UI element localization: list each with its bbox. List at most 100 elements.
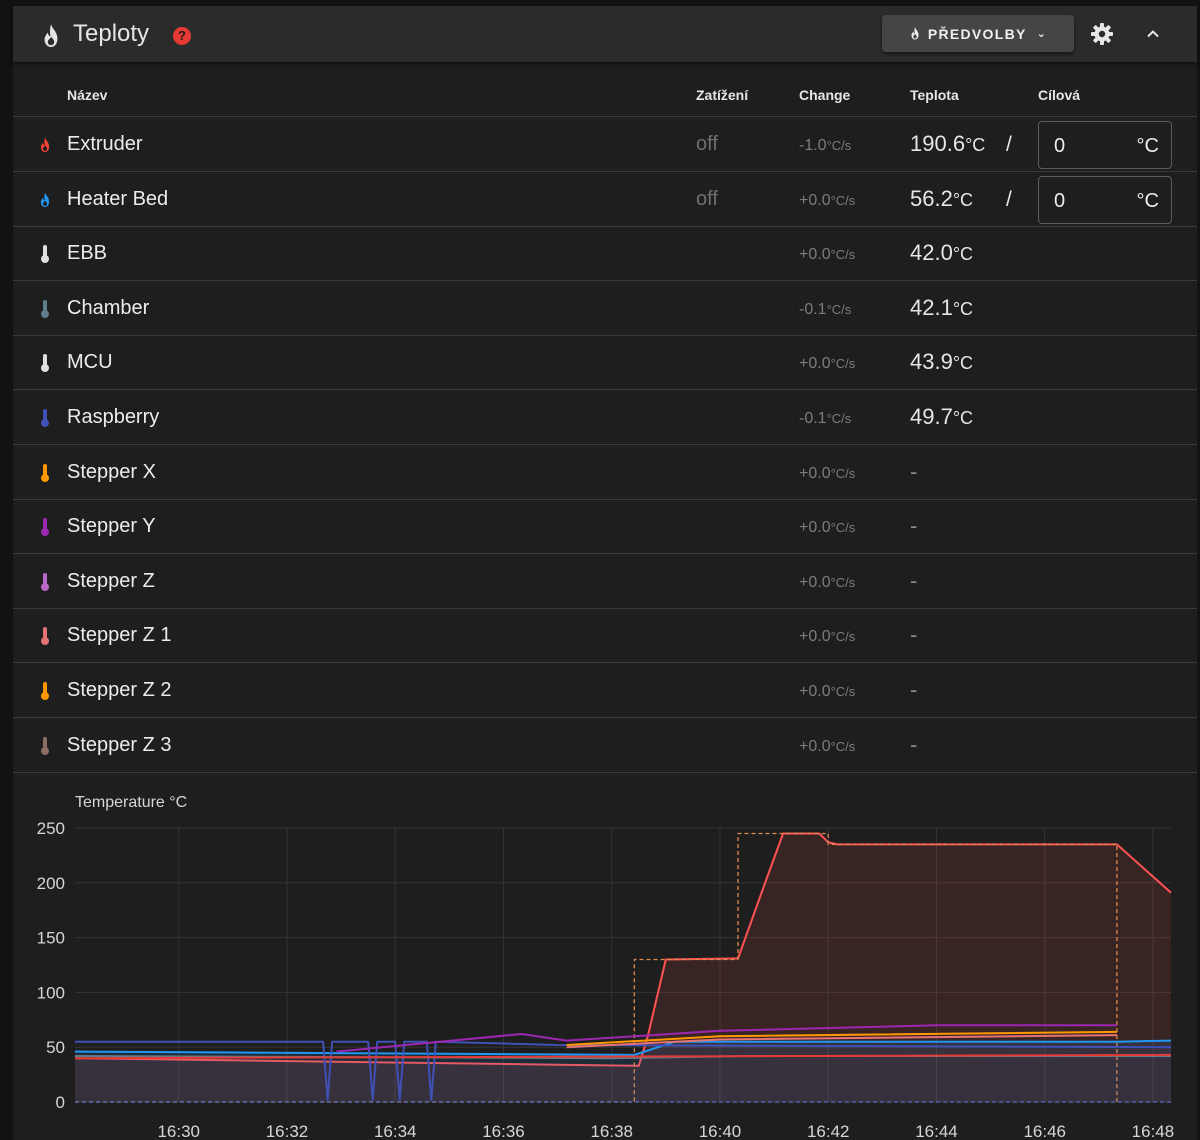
sensor-change: +0.0°C/s (799, 355, 856, 373)
sensor-name: EBB (67, 242, 108, 265)
sensor-temperature: 42.0°C (910, 240, 974, 266)
thermometer-icon (41, 572, 49, 591)
y-tick-label: 250 (37, 819, 65, 838)
sensor-change: +0.0°C/s (799, 683, 856, 700)
y-tick-label: 200 (37, 874, 65, 893)
sensor-change: +0.0°C/s (799, 737, 856, 755)
table-row: Stepper Z 2 +0.0°C/s - (13, 663, 1197, 718)
sensor-temperature: - (910, 731, 918, 757)
separator: / (1006, 133, 1012, 156)
x-tick-label: 16:30 (157, 1122, 200, 1140)
presets-button-label: PŘEDVOLBY (927, 25, 1027, 42)
sensor-change: -1.0°C/s (799, 137, 852, 154)
y-tick-label: 100 (37, 983, 65, 1002)
sensor-change: +0.0°C/s (799, 191, 856, 209)
chevron-up-icon[interactable] (1141, 22, 1165, 46)
thermometer-icon (41, 463, 49, 482)
header-name[interactable]: Název (67, 87, 107, 103)
x-tick-label: 16:34 (374, 1122, 417, 1140)
table-row: Stepper Y +0.0°C/s - (13, 499, 1197, 555)
sensor-temperature: 56.2°C (910, 185, 974, 211)
thermometer-icon (41, 682, 49, 700)
sensor-temperature: - (910, 567, 918, 593)
x-tick-label: 16:40 (699, 1122, 742, 1140)
table-row: Chamber -0.1°C/s 42.1°C (13, 281, 1197, 336)
panel-header: Teploty ? PŘEDVOLBY ⌄ (13, 6, 1197, 62)
sensor-name: MCU (67, 351, 113, 374)
fire-icon (40, 137, 50, 152)
x-tick-label: 16:46 (1023, 1122, 1066, 1140)
sensor-temperature: - (910, 622, 918, 648)
header-target[interactable]: Cílová (1038, 87, 1080, 103)
x-tick-label: 16:36 (482, 1122, 525, 1140)
header-load[interactable]: Zatížení (696, 87, 748, 103)
target-temperature-input[interactable]: 0 °C (1038, 175, 1172, 224)
table-header: Název Zatížení Change Teplota Cílová (13, 62, 1197, 117)
sensor-name: Extruder (67, 133, 143, 155)
series-area (75, 1040, 1171, 1102)
sensor-load: off (696, 133, 718, 155)
sensor-temperature: 43.9°C (910, 349, 974, 375)
table-row: Raspberry -0.1°C/s 49.7°C (13, 390, 1197, 445)
sensor-temperature: 190.6°C (910, 131, 986, 156)
sensor-temperature: 49.7°C (910, 404, 974, 429)
fire-icon (911, 27, 919, 40)
gear-icon[interactable] (1090, 22, 1114, 46)
header-change[interactable]: Change (799, 87, 850, 103)
x-tick-label: 16:32 (266, 1122, 309, 1140)
table-row: Extruder off -1.0°C/s 190.6°C / 0 °C (13, 117, 1197, 172)
sensor-temperature: - (910, 458, 918, 484)
sensor-change: -0.1°C/s (799, 410, 852, 427)
sensor-change: +0.0°C/s (799, 519, 856, 537)
sensor-name: Stepper Z 1 (67, 624, 172, 647)
thermometer-icon (41, 299, 49, 318)
temperatures-panel: Teploty ? PŘEDVOLBY ⌄ Název Zatížení Cha… (13, 6, 1197, 1140)
sensor-temperature: - (910, 513, 918, 539)
thermometer-icon (41, 409, 49, 427)
temperature-chart: 0 50 100 150 200 250 16:30 16:32 16:34 16:36 16:38… (13, 772, 1197, 1140)
sensor-temperature: 42.1°C (910, 294, 974, 320)
panel-title: Teploty (73, 20, 150, 47)
table-row: Stepper Z 3 +0.0°C/s - (13, 718, 1197, 773)
y-tick-label: 0 (56, 1093, 65, 1112)
fire-icon (44, 24, 58, 47)
sensor-change: +0.0°C/s (799, 628, 856, 646)
sensor-name: Heater Bed (67, 187, 169, 210)
fire-icon (40, 192, 50, 207)
x-tick-label: 16:48 (1132, 1122, 1175, 1140)
thermometer-icon (41, 518, 49, 537)
table-row: Stepper Z 1 +0.0°C/s - (13, 608, 1197, 664)
thermometer-icon (41, 736, 49, 755)
target-temperature-input[interactable]: 0 °C (1038, 121, 1172, 169)
presets-button[interactable]: PŘEDVOLBY ⌄ (882, 15, 1074, 52)
table-row: Stepper Z +0.0°C/s - (13, 554, 1197, 609)
sensor-load: off (696, 187, 718, 210)
sensor-name: Stepper Y (67, 515, 156, 538)
sensor-change: +0.0°C/s (799, 573, 856, 591)
thermometer-icon (41, 245, 49, 264)
chart-title: Temperature °C (75, 794, 187, 811)
y-tick-label: 50 (46, 1038, 65, 1057)
sensor-name: Stepper X (67, 460, 156, 483)
x-tick-label: 16:44 (915, 1122, 958, 1140)
header-temp[interactable]: Teplota (910, 87, 959, 103)
x-tick-label: 16:38 (590, 1122, 633, 1140)
chevron-down-icon: ⌄ (1036, 28, 1048, 40)
sensor-name: Stepper Z (67, 569, 155, 592)
table-row: EBB +0.0°C/s 42.0°C (13, 226, 1197, 282)
sensor-change: -0.1°C/s (799, 300, 852, 318)
table-row: Stepper X +0.0°C/s - (13, 445, 1197, 500)
x-tick-label: 16:42 (807, 1122, 850, 1140)
sensor-name: Chamber (67, 296, 150, 319)
sensor-name: Raspberry (67, 406, 160, 428)
sensor-change: +0.0°C/s (799, 246, 856, 264)
thermometer-icon (41, 627, 49, 646)
separator: / (1006, 187, 1012, 211)
sensor-temperature: - (910, 677, 918, 702)
sensor-name: Stepper Z 3 (67, 733, 172, 756)
table-row: Heater Bed off +0.0°C/s 56.2°C / 0 °C (13, 172, 1197, 227)
temperature-chart-svg: 0 50 100 150 200 250 16:30 16:32 16:34 16:36 16:38… (37, 794, 1175, 1140)
question-circle-icon[interactable]: ? (173, 27, 191, 45)
thermometer-icon (41, 354, 49, 373)
y-tick-label: 150 (37, 929, 65, 948)
